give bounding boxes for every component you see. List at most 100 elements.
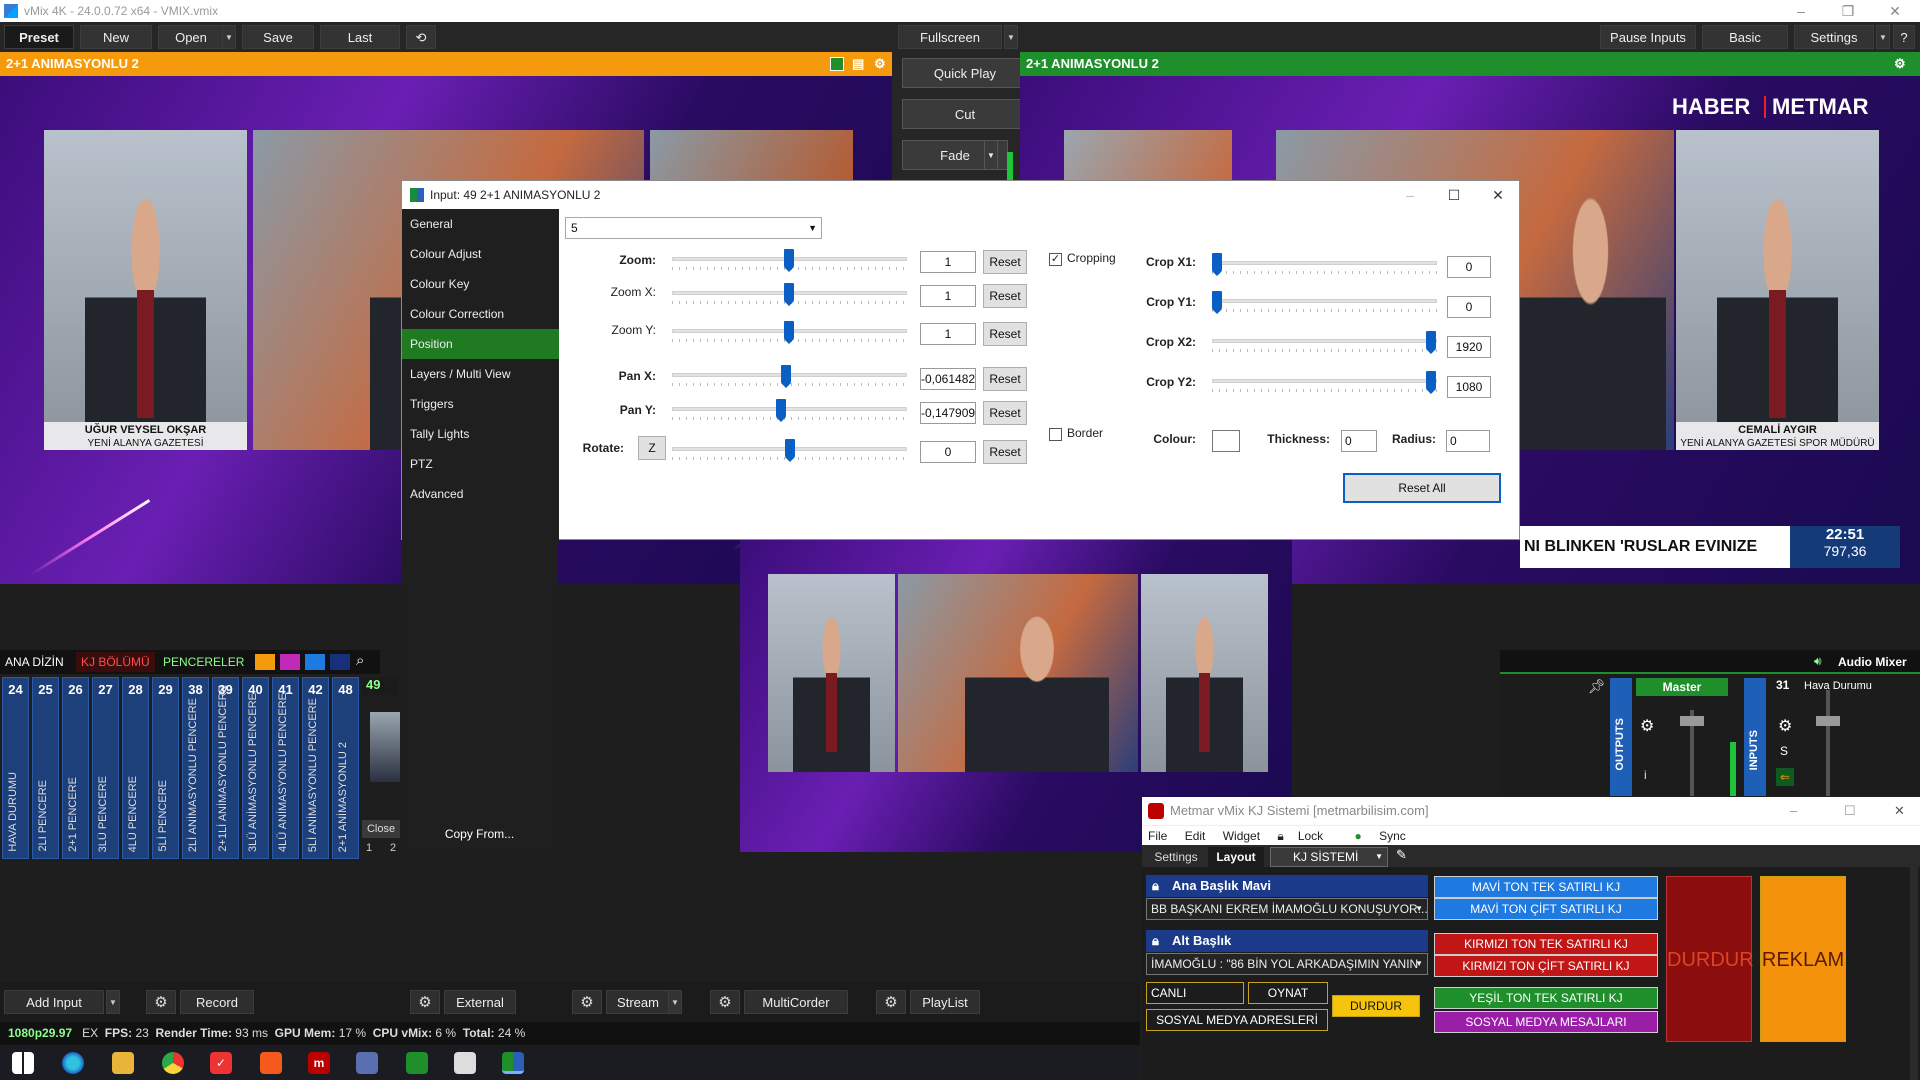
- dialog-close-icon[interactable]: ✕: [1476, 181, 1520, 209]
- cropy1-slider[interactable]: [1212, 299, 1437, 303]
- tbar-level[interactable]: [1007, 152, 1013, 180]
- quick-play-button[interactable]: Quick Play: [902, 58, 1028, 88]
- input-49-close-button[interactable]: Close: [362, 820, 400, 838]
- cropx1-slider-thumb[interactable]: [1212, 253, 1222, 276]
- tab-color-orange[interactable]: [255, 654, 275, 670]
- copy-from-button[interactable]: Copy From...: [401, 819, 558, 849]
- kj-menu-file[interactable]: File: [1148, 829, 1167, 843]
- pany-slider[interactable]: [672, 407, 907, 411]
- vmix-taskbar-icon[interactable]: [406, 1052, 428, 1074]
- tab-color-navy[interactable]: [330, 654, 350, 670]
- input-49-number[interactable]: 49: [362, 677, 398, 695]
- master-gear-icon[interactable]: ⚙: [1640, 716, 1654, 736]
- zoomy-value-input[interactable]: 1: [920, 323, 976, 345]
- group2-lock-icon[interactable]: 🔒︎: [1152, 930, 1159, 952]
- network-tool-icon[interactable]: [356, 1052, 378, 1074]
- fullscreen-dropdown-icon[interactable]: ▼: [1004, 25, 1018, 49]
- external-button[interactable]: External: [444, 990, 516, 1014]
- brave-icon[interactable]: [260, 1052, 282, 1074]
- sidebar-item-colour-adjust[interactable]: Colour Adjust: [402, 239, 559, 269]
- kj-tab-layout[interactable]: Layout: [1208, 847, 1264, 867]
- sidebar-item-tally-lights[interactable]: Tally Lights: [402, 419, 559, 449]
- kj-mavi-cift-button[interactable]: MAVİ TON ÇİFT SATIRLI KJ: [1434, 898, 1658, 920]
- channel-31-fader-track[interactable]: [1826, 690, 1830, 796]
- kj-mavi-tek-button[interactable]: MAVİ TON TEK SATIRLI KJ: [1434, 876, 1658, 898]
- tab-pencereler[interactable]: PENCERELER: [158, 652, 249, 672]
- new-button[interactable]: New: [80, 25, 152, 49]
- input-tile[interactable]: 29 5Lİ PENCERE: [152, 677, 179, 859]
- preset-button[interactable]: Preset: [4, 25, 74, 49]
- playlist-gear-icon[interactable]: ⚙: [876, 990, 906, 1014]
- master-info-button[interactable]: i: [1644, 768, 1647, 782]
- input-tile[interactable]: 40 3LÜ ANİMASYONLU PENCERE: [242, 677, 269, 859]
- input-tile[interactable]: 25 2LI PENCERE: [32, 677, 59, 859]
- kj-reklam-button[interactable]: REKLAM: [1760, 876, 1846, 1042]
- input-tile[interactable]: 27 3LÜ PENCERE: [92, 677, 119, 859]
- cropy1-value-input[interactable]: 0: [1447, 296, 1491, 318]
- channel-31-fader-knob[interactable]: [1816, 716, 1840, 726]
- dialog-maximize-icon[interactable]: ☐: [1432, 181, 1476, 209]
- kj-alt-baslik-select[interactable]: İMAMOĞLU : "86 BİN YOL ARKADAŞIMIN YANIN…: [1146, 953, 1428, 975]
- windows-start-icon[interactable]: [12, 1052, 34, 1074]
- input-tile[interactable]: 41 4LÜ ANİMASYONLU PENCERE: [272, 677, 299, 859]
- master-fader-knob[interactable]: [1680, 716, 1704, 726]
- sidebar-item-colour-key[interactable]: Colour Key: [402, 269, 559, 299]
- todo-icon[interactable]: ✓: [210, 1052, 232, 1074]
- dialog-minimize-icon[interactable]: –: [1388, 181, 1432, 209]
- last-button[interactable]: Last: [320, 25, 400, 49]
- tab-ana-dizin[interactable]: ANA DİZİN: [0, 652, 69, 672]
- rotate-slider-thumb[interactable]: [785, 439, 795, 462]
- open-dropdown-icon[interactable]: ▼: [222, 25, 236, 49]
- kj-durdur-button[interactable]: DURDUR: [1332, 995, 1420, 1017]
- pany-value-input[interactable]: -0,1479095: [920, 402, 976, 424]
- kj-menu-widget[interactable]: Widget: [1223, 829, 1260, 843]
- zoom-reset-button[interactable]: Reset: [983, 250, 1027, 274]
- input-49-thumbnail[interactable]: [370, 712, 400, 782]
- sidebar-item-general[interactable]: General: [402, 209, 559, 239]
- outputs-strip[interactable]: OUTPUTS: [1610, 678, 1632, 796]
- input-tile[interactable]: 38 2Lİ ANİMASYONLU PENCERE: [182, 677, 209, 859]
- panx-reset-button[interactable]: Reset: [983, 367, 1027, 391]
- input-tile[interactable]: 42 5Lİ ANİMASYONLU PENCERE: [302, 677, 329, 859]
- kj-sosyal-medya-adresleri-button[interactable]: SOSYAL MEDYA ADRESLERİ: [1146, 1009, 1328, 1031]
- refresh-icon[interactable]: ⟲: [406, 25, 436, 49]
- pany-slider-thumb[interactable]: [776, 399, 786, 422]
- sidebar-item-layers[interactable]: Layers / Multi View: [402, 359, 559, 389]
- edge-icon[interactable]: [62, 1052, 84, 1074]
- input-tile[interactable]: 39 2+1Lİ ANİMASYONLU PENCERE: [212, 677, 239, 859]
- edit-pencil-icon[interactable]: ✎: [1396, 847, 1407, 863]
- zoomy-slider-thumb[interactable]: [784, 321, 794, 344]
- kj-menu-sync[interactable]: ● Sync: [1355, 829, 1420, 843]
- cropy2-slider[interactable]: [1212, 379, 1437, 383]
- preview-list-icon[interactable]: ▤: [852, 52, 864, 76]
- stream-button[interactable]: Stream: [606, 990, 670, 1014]
- add-input-button[interactable]: Add Input: [4, 990, 104, 1014]
- preview-gear-icon[interactable]: ⚙: [874, 52, 886, 76]
- sidebar-item-colour-correction[interactable]: Colour Correction: [402, 299, 559, 329]
- pany-reset-button[interactable]: Reset: [983, 401, 1027, 425]
- tab-color-blue[interactable]: [305, 654, 325, 670]
- kj-kirmizi-tek-button[interactable]: KIRMIZI TON TEK SATIRLI KJ: [1434, 933, 1658, 955]
- cropy2-value-input[interactable]: 1080: [1447, 376, 1491, 398]
- position-preset-select[interactable]: 5 ▼: [565, 217, 822, 239]
- preview-green-icon[interactable]: [830, 57, 844, 71]
- kj-durdur-big-button[interactable]: DURDUR: [1666, 876, 1754, 1042]
- panx-value-input[interactable]: -0,0614827: [920, 368, 976, 390]
- zoomy-reset-button[interactable]: Reset: [983, 322, 1027, 346]
- border-colour-swatch[interactable]: [1212, 430, 1240, 452]
- channel-31-gear-icon[interactable]: ⚙: [1778, 716, 1792, 736]
- sidebar-item-position[interactable]: Position: [402, 329, 559, 359]
- stream-dropdown-icon[interactable]: ▼: [668, 990, 682, 1014]
- chrome-icon[interactable]: [162, 1052, 184, 1074]
- minimize-icon[interactable]: –: [1786, 0, 1816, 22]
- multicorder-gear-icon[interactable]: ⚙: [710, 990, 740, 1014]
- fullscreen-button[interactable]: Fullscreen: [898, 25, 1002, 49]
- cut-button[interactable]: Cut: [902, 99, 1028, 129]
- rotate-reset-button[interactable]: Reset: [983, 440, 1027, 464]
- sidebar-item-advanced[interactable]: Advanced: [402, 479, 559, 509]
- cropx1-slider[interactable]: [1212, 261, 1437, 265]
- zoom-value-input[interactable]: 1: [920, 251, 976, 273]
- speaker-icon[interactable]: 🔊︎: [1814, 654, 1822, 669]
- radius-value-input[interactable]: 0: [1446, 430, 1490, 452]
- kj-kirmizi-cift-button[interactable]: KIRMIZI TON ÇİFT SATIRLI KJ: [1434, 955, 1658, 977]
